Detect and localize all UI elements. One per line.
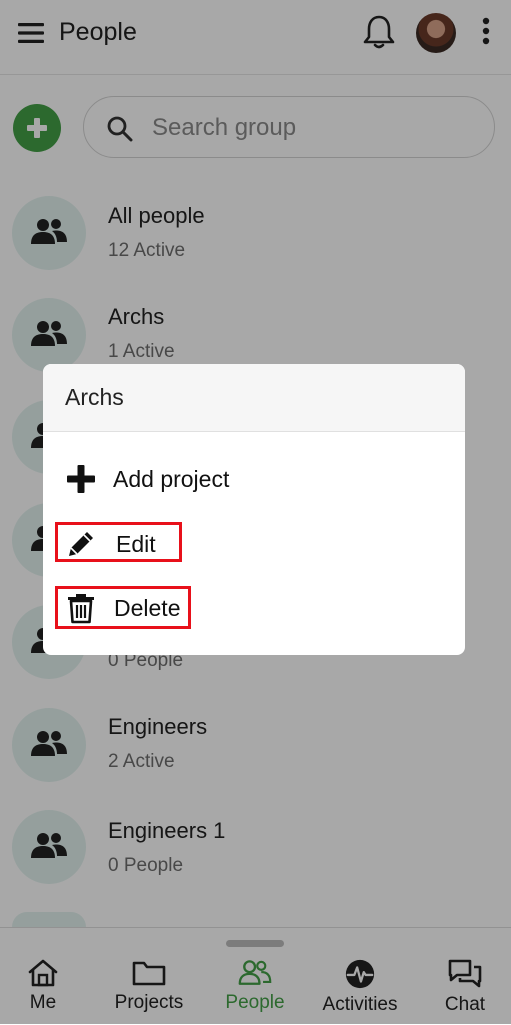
plus-icon (67, 465, 95, 493)
edit-highlight-box (55, 522, 182, 562)
add-project-menu-item[interactable]: Add project (43, 451, 465, 507)
dialog-header: Archs (43, 364, 465, 432)
group-options-dialog: Archs Add project Edit Delete (43, 364, 465, 655)
delete-highlight-box (55, 586, 191, 629)
dialog-title: Archs (65, 384, 124, 410)
menu-item-label: Add project (113, 466, 230, 492)
